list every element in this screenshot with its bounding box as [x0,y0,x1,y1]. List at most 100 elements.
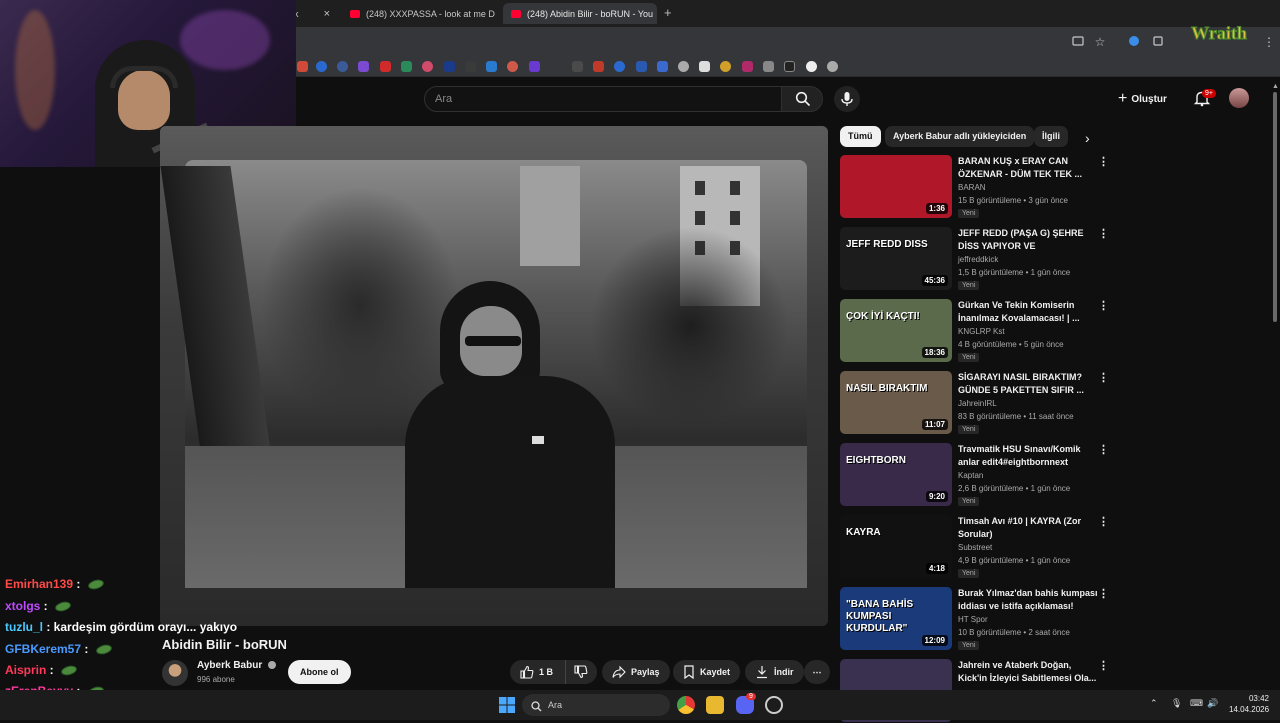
video-thumbnail[interactable]: ÇOK İYİ KAÇTI! 18:36 [840,299,952,362]
bookmark-icon[interactable] [401,61,412,72]
like-button[interactable]: 1 B [510,660,565,684]
browser-menu-icon[interactable]: ⋮ [1262,35,1276,49]
bookmark-icon[interactable] [337,61,348,72]
chevron-right-icon[interactable]: › [1085,130,1090,146]
new-tab-button[interactable]: + [664,5,672,20]
bookmark-icon[interactable] [572,61,583,72]
bookmark-icon[interactable] [529,61,540,72]
chat-username[interactable]: xtolgs [5,599,40,613]
network-icon[interactable]: ⌨ [1190,698,1203,709]
more-options-icon[interactable]: ⋮ [1098,371,1109,384]
more-options-icon[interactable]: ⋮ [1098,587,1109,600]
video-player[interactable] [160,126,828,626]
bookmark-icon[interactable] [720,61,731,72]
video-title-link[interactable]: Burak Yılmaz'dan bahis kumpası iddiası v… [958,587,1098,613]
bookmark-icon[interactable] [657,61,668,72]
recommended-video[interactable]: EIGHTBORN 9:20 Travmatik HSU Sınavı/Komik … [840,443,1110,507]
chip-related[interactable]: İlgili [1034,126,1068,147]
recommended-video[interactable]: ÇOK İYİ KAÇTI! 18:36 Gürkan Ve Tekin Komis… [840,299,1110,363]
scroll-up-icon[interactable]: ▲ [1272,83,1279,90]
more-options-icon[interactable]: ⋮ [1098,227,1109,240]
subscribe-button[interactable]: Abone ol [288,660,351,684]
search-button[interactable] [781,86,823,112]
video-title-link[interactable]: SİGARAYI NASIL BIRAKTIM? GÜNDE 5 PAKETTE… [958,371,1098,397]
browser-tab[interactable]: (248) XXXPASSA - look at me D × [342,3,500,24]
voice-search-button[interactable] [834,86,860,112]
bookmark-icon[interactable] [593,61,604,72]
more-options-icon[interactable]: ⋮ [1098,443,1109,456]
app-icon[interactable] [765,696,783,714]
browser-tab-active[interactable]: (248) Abidin Bilir - boRUN - You × [503,3,657,24]
video-thumbnail[interactable]: KAYRA 4:18 [840,515,952,578]
bookmark-icon[interactable] [297,61,308,72]
taskbar-search[interactable]: Ara [522,694,670,716]
video-thumbnail[interactable]: 1:36 [840,155,952,218]
channel-avatar[interactable] [162,660,188,686]
video-title-link[interactable]: Gürkan Ve Tekin Komiserin İnanılmaz Kova… [958,299,1098,325]
bookmark-icon[interactable] [444,61,455,72]
bookmark-icon[interactable] [636,61,647,72]
recommended-video[interactable]: KAYRA 4:18 Timsah Avı #10 | KAYRA (Zor Sor… [840,515,1110,579]
bookmark-icon[interactable] [316,61,327,72]
bookmark-star-icon[interactable]: ☆ [1093,35,1107,49]
search-input[interactable]: Ara [424,86,782,112]
more-options-icon[interactable]: ⋮ [1098,659,1109,672]
video-thumbnail[interactable]: EIGHTBORN 9:20 [840,443,952,506]
recommended-video[interactable]: 1:36 BARAN KUŞ x ERAY CAN ÖZKENAR - DÜM T… [840,155,1110,219]
chip-all[interactable]: Tümü [840,126,881,147]
more-options-icon[interactable]: ⋮ [1098,515,1109,528]
video-title-link[interactable]: Timsah Avı #10 | KAYRA (Zor Sorular) [958,515,1098,541]
chip-from-uploader[interactable]: Ayberk Babur adlı yükleyiciden [885,126,1035,147]
dislike-button[interactable] [565,660,597,684]
bookmark-icon[interactable] [699,61,710,72]
account-avatar[interactable] [1229,88,1249,108]
video-thumbnail[interactable]: "BANA BAHİS KUMPASI KURDULAR" 12:09 [840,587,952,650]
chat-username[interactable]: tuzlu_l [5,620,43,634]
bookmark-icon[interactable] [678,61,689,72]
file-explorer-icon[interactable] [706,696,724,714]
bookmark-icon[interactable] [827,61,838,72]
save-button[interactable]: Kaydet [673,660,741,684]
recommended-video[interactable]: NASIL BIRAKTIM 11:07 SİGARAYI NASIL BIRAKT… [840,371,1110,435]
share-button[interactable]: Paylaş [602,660,670,684]
chrome-icon[interactable] [677,696,695,714]
chat-username[interactable]: Emirhan139 [5,577,73,591]
more-options-icon[interactable]: ⋮ [1098,299,1109,312]
tray-chevron-icon[interactable]: ⌃ [1150,698,1158,709]
recommended-video[interactable]: JEFF REDD DISS 45:36 JEFF REDD (PAŞA G) ŞE… [840,227,1110,291]
chat-username[interactable]: GFBKerem57 [5,642,81,656]
bookmark-icon[interactable] [422,61,433,72]
bookmark-icon[interactable] [806,61,817,72]
video-thumbnail[interactable]: JEFF REDD DISS 45:36 [840,227,952,290]
close-tab-icon[interactable]: × [318,8,330,20]
more-options-icon[interactable]: ⋮ [1098,155,1109,168]
bookmark-icon[interactable] [614,61,625,72]
cast-icon[interactable] [1071,35,1085,49]
video-thumbnail[interactable]: NASIL BIRAKTIM 11:07 [840,371,952,434]
download-button[interactable]: İndir [745,660,804,684]
bookmark-icon[interactable] [465,61,476,72]
video-title-link[interactable]: Jahrein ve Ataberk Doğan, Kick'in İzleyi… [958,659,1098,685]
extension-icon[interactable] [1127,35,1141,49]
channel-name[interactable]: Ayberk Babur [197,660,276,671]
bookmark-icon[interactable] [507,61,518,72]
windows-start-icon[interactable] [498,696,516,714]
microphone-tray-icon[interactable]: 🎙 [1171,698,1182,709]
volume-icon[interactable]: 🔊 [1207,698,1218,709]
taskbar-clock[interactable]: 03:42 14.04.2026 [1229,693,1269,715]
video-title-link[interactable]: BARAN KUŞ x ERAY CAN ÖZKENAR - DÜM TEK T… [958,155,1098,181]
bookmark-icon[interactable] [358,61,369,72]
extensions-puzzle-icon[interactable] [1151,35,1165,49]
chat-username[interactable]: Aisprin [5,663,46,677]
close-tab-icon[interactable]: × [495,8,500,20]
bookmark-icon[interactable] [486,61,497,72]
bookmark-icon[interactable] [742,61,753,72]
bookmark-icon[interactable] [784,61,795,72]
create-button[interactable]: + Oluştur [1118,89,1167,109]
bookmark-icon[interactable] [380,61,391,72]
video-title-link[interactable]: Travmatik HSU Sınavı/Komik anlar edit4#e… [958,443,1098,469]
recommended-video[interactable]: "BANA BAHİS KUMPASI KURDULAR" 12:09 Burak … [840,587,1110,651]
video-title-link[interactable]: JEFF REDD (PAŞA G) ŞEHRE DİSS YAPIYOR VE… [958,227,1098,253]
close-tab-icon[interactable]: × [653,8,657,20]
bookmark-icon[interactable] [763,61,774,72]
